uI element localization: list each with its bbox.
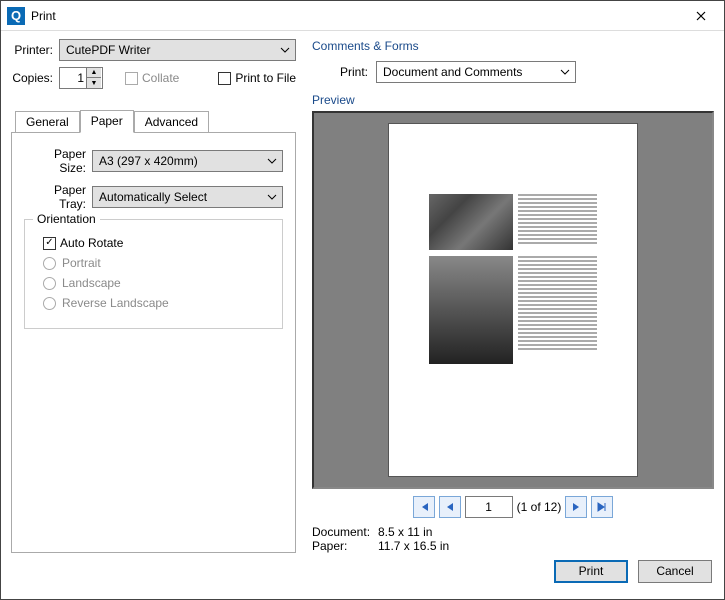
copies-label: Copies: — [11, 71, 53, 85]
document-label: Document: — [312, 525, 378, 539]
collate-checkbox — [125, 72, 138, 85]
left-panel: Printer: CutePDF Writer Copies: ▲ ▼ — [11, 39, 296, 553]
landscape-radio — [43, 277, 56, 290]
nav-first-button[interactable] — [413, 496, 435, 518]
tab-panel-paper: Paper Size: A3 (297 x 420mm) Paper Tray:… — [11, 132, 296, 553]
orientation-group: Orientation Auto Rotate Portrait Landsca… — [24, 219, 283, 329]
nav-next-button[interactable] — [565, 496, 587, 518]
dialog-footer: Print Cancel — [1, 553, 724, 599]
right-panel: Comments & Forms Print: Document and Com… — [312, 39, 714, 553]
preview-info: Document: 8.5 x 11 in Paper: 11.7 x 16.5… — [312, 525, 714, 553]
first-page-icon — [418, 501, 430, 513]
chevron-down-icon — [560, 69, 570, 75]
preview-image-1 — [429, 194, 513, 250]
page-number-input[interactable] — [465, 496, 513, 518]
tabs: General Paper Advanced — [11, 109, 296, 132]
preview-image-2 — [429, 256, 513, 364]
paper-size-value: A3 (297 x 420mm) — [99, 154, 198, 168]
print-to-file-checkbox[interactable] — [218, 72, 231, 85]
last-page-icon — [596, 501, 608, 513]
printer-select[interactable]: CutePDF Writer — [59, 39, 296, 61]
tab-general[interactable]: General — [15, 111, 80, 133]
prev-page-icon — [444, 501, 456, 513]
paper-size-select[interactable]: A3 (297 x 420mm) — [92, 150, 283, 172]
printer-label: Printer: — [11, 43, 53, 57]
close-icon — [696, 11, 706, 21]
portrait-label: Portrait — [62, 256, 101, 270]
copies-input[interactable] — [60, 70, 86, 86]
close-button[interactable] — [678, 1, 724, 31]
paper-info-value: 11.7 x 16.5 in — [378, 539, 449, 553]
cf-print-value: Document and Comments — [383, 65, 522, 79]
paper-info-label: Paper: — [312, 539, 378, 553]
cancel-button[interactable]: Cancel — [638, 560, 712, 583]
chevron-down-icon — [267, 194, 277, 200]
nav-last-button[interactable] — [591, 496, 613, 518]
print-to-file-label: Print to File — [235, 71, 296, 85]
chevron-down-icon — [280, 47, 290, 53]
paper-tray-label: Paper Tray: — [24, 183, 86, 211]
print-dialog: Q Print Printer: CutePDF Writer Copies: — [0, 0, 725, 600]
orientation-legend: Orientation — [33, 212, 100, 226]
landscape-label: Landscape — [62, 276, 121, 290]
document-value: 8.5 x 11 in — [378, 525, 432, 539]
auto-rotate-label: Auto Rotate — [60, 236, 123, 250]
print-button[interactable]: Print — [554, 560, 628, 583]
copies-down[interactable]: ▼ — [87, 78, 101, 88]
paper-size-label: Paper Size: — [24, 147, 86, 175]
preview-area — [312, 111, 714, 489]
cf-print-label: Print: — [340, 65, 368, 79]
window-title: Print — [31, 9, 678, 23]
paper-tray-select[interactable]: Automatically Select — [92, 186, 283, 208]
tab-advanced[interactable]: Advanced — [134, 111, 209, 133]
reverse-landscape-radio — [43, 297, 56, 310]
tab-paper[interactable]: Paper — [80, 110, 134, 133]
comments-forms-title: Comments & Forms — [312, 39, 714, 53]
copies-up[interactable]: ▲ — [87, 68, 101, 78]
page-total: (1 of 12) — [517, 500, 562, 514]
printer-value: CutePDF Writer — [66, 43, 150, 57]
preview-nav: (1 of 12) — [312, 493, 714, 521]
titlebar: Q Print — [1, 1, 724, 31]
cf-print-select[interactable]: Document and Comments — [376, 61, 576, 83]
reverse-landscape-label: Reverse Landscape — [62, 296, 169, 310]
nav-prev-button[interactable] — [439, 496, 461, 518]
chevron-down-icon — [267, 158, 277, 164]
app-icon: Q — [7, 7, 25, 25]
copies-stepper[interactable]: ▲ ▼ — [59, 67, 103, 89]
collate-label: Collate — [142, 71, 179, 85]
auto-rotate-checkbox[interactable] — [43, 237, 56, 250]
preview-title: Preview — [312, 93, 714, 107]
preview-page — [388, 123, 638, 477]
next-page-icon — [570, 501, 582, 513]
portrait-radio — [43, 257, 56, 270]
paper-tray-value: Automatically Select — [99, 190, 207, 204]
